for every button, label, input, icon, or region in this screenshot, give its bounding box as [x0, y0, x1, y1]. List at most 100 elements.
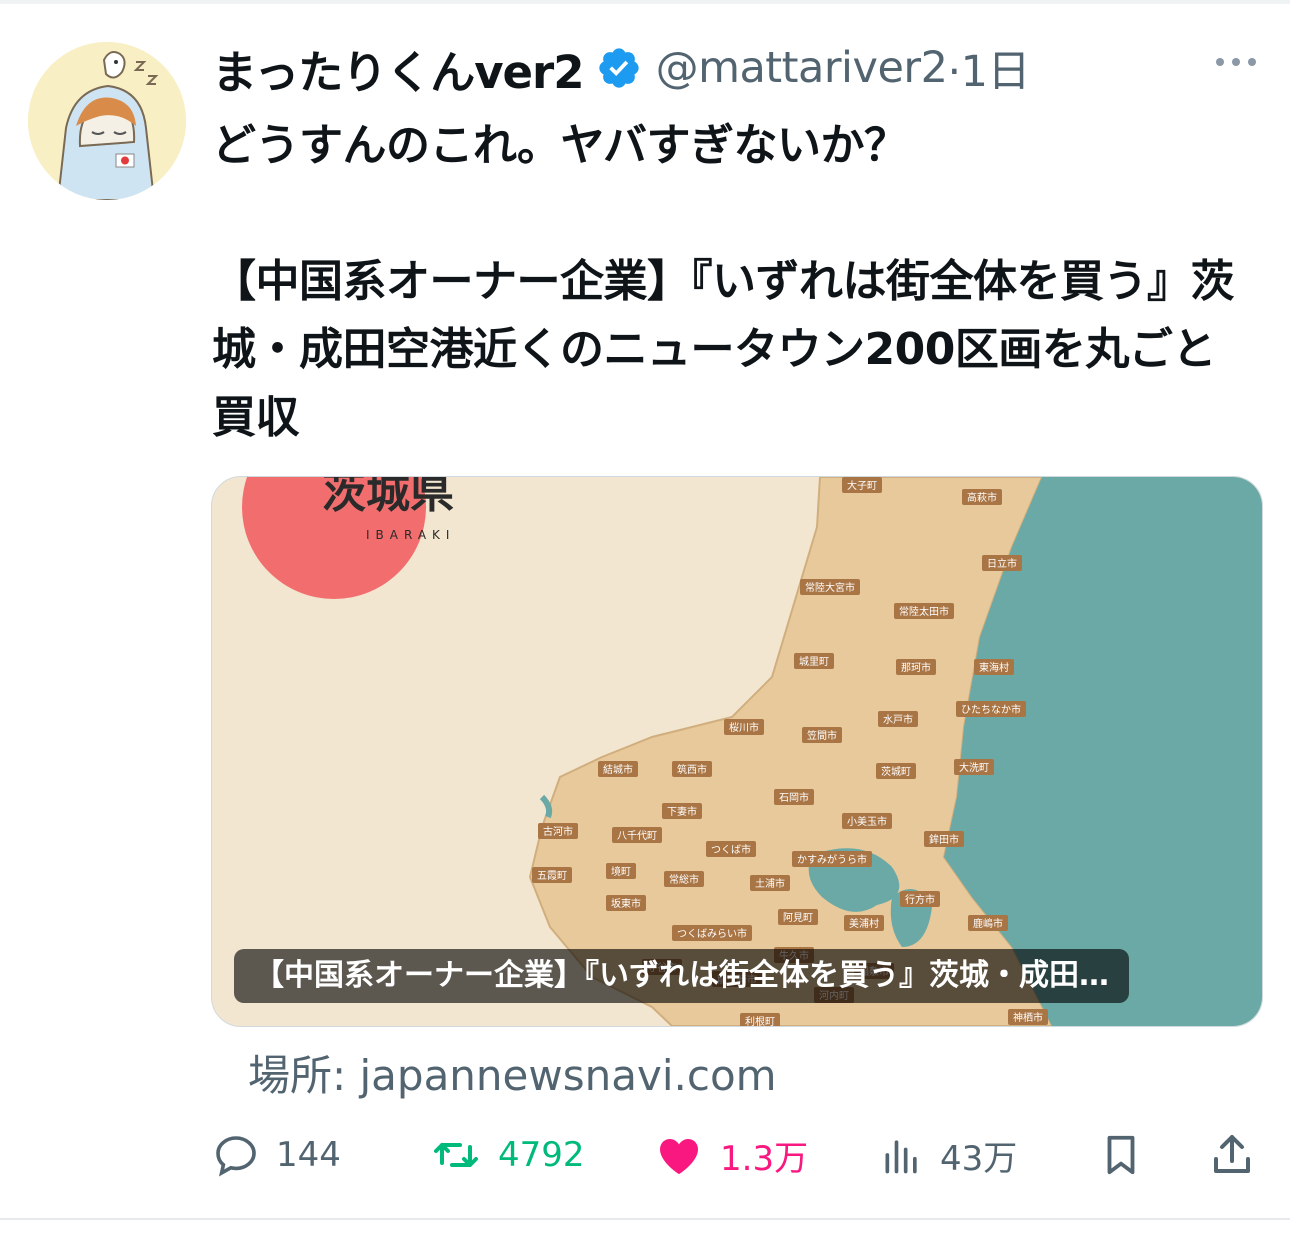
bottom-divider — [0, 1218, 1290, 1220]
repost-icon — [434, 1143, 478, 1167]
place-label-text: 常総市 — [669, 873, 699, 886]
place-label: 常総市 — [664, 871, 704, 887]
place-label-text: 常陸大宮市 — [805, 581, 855, 594]
place-label: 高萩市 — [962, 489, 1002, 505]
place-label-text: 鉾田市 — [929, 833, 959, 846]
place-label-text: 日立市 — [987, 557, 1017, 570]
place-label: 鉾田市 — [924, 831, 964, 847]
place-label-text: 小美玉市 — [847, 815, 887, 828]
place-label: 城里町 — [794, 653, 834, 669]
place-label-text: 境町 — [611, 865, 631, 878]
place-label: 筑西市 — [672, 761, 712, 777]
place-label: 結城市 — [598, 761, 638, 777]
place-label-text: 下妻市 — [667, 805, 697, 818]
place-label-text: 土浦市 — [755, 877, 785, 890]
place-label-text: ひたちなか市 — [961, 703, 1021, 716]
place-label-text: 大洗町 — [959, 761, 989, 774]
post-time[interactable]: ·1日 — [947, 37, 1030, 99]
place-label: つくばみらい市 — [672, 925, 752, 941]
place-label-text: かすみがうら市 — [797, 853, 867, 866]
place-label: 大洗町 — [954, 759, 994, 775]
place-label: 小美玉市 — [842, 813, 892, 829]
card-title: 【中国系オーナー企業】『いずれは街全体を買う』茨城・成田… — [234, 949, 1129, 1003]
views-icon — [885, 1140, 917, 1174]
view-count: 43万 — [940, 1138, 1018, 1179]
place-label-text: 五霞町 — [537, 870, 567, 882]
more-options-icon[interactable] — [1212, 48, 1260, 76]
place-label: 古河市 — [538, 823, 578, 839]
place-label-text: 石岡市 — [779, 791, 809, 804]
place-label-text: 常陸太田市 — [899, 605, 949, 618]
repost-button[interactable]: 4792 — [430, 1120, 585, 1190]
action-bar: 144 4792 1.3万 43万 — [0, 1120, 1290, 1190]
place-label-text: 水戸市 — [883, 713, 913, 726]
place-label: ひたちなか市 — [956, 701, 1026, 717]
like-count: 1.3万 — [720, 1138, 809, 1179]
display-name[interactable]: まったりくんver2 — [212, 36, 585, 101]
place-label-text: 行方市 — [905, 893, 935, 906]
place-label: 土浦市 — [750, 875, 790, 891]
reply-button[interactable]: 144 — [212, 1120, 341, 1190]
place-label-text: 高萩市 — [967, 491, 997, 504]
place-label: 美浦村 — [844, 915, 884, 931]
place-label-text: 利根町 — [745, 1015, 775, 1026]
place-label: 那珂市 — [896, 659, 936, 675]
place-label: つくば市 — [706, 841, 756, 857]
map-subheading: IBARAKI — [366, 528, 455, 542]
place-label: 日立市 — [982, 555, 1022, 571]
tweet-header: まったりくんver2 @mattariver2 ·1日 — [212, 36, 1030, 100]
place-label-text: 那珂市 — [901, 661, 931, 674]
place-label-text: 阿見町 — [783, 912, 813, 924]
link-card[interactable]: 茨城県 IBARAKI 大子町高萩市日立市常陸大宮市常陸太田市城里町 那珂市 東海村… — [211, 476, 1263, 1027]
place-label: 神栖市 — [1008, 1009, 1048, 1025]
place-label: 笠間市 — [802, 727, 842, 743]
place-label-text: 筑西市 — [677, 763, 707, 776]
place-label: 鹿嶋市 — [968, 915, 1008, 931]
place-label: 桜川市 — [724, 719, 764, 735]
place-label: 東海村 — [974, 659, 1014, 675]
place-label: 八千代町 — [612, 827, 662, 843]
verified-badge-icon — [598, 48, 639, 88]
place-label-text: 笠間市 — [807, 729, 837, 742]
place-label-text: 東海村 — [979, 661, 1009, 674]
bookmark-button[interactable] — [1098, 1120, 1160, 1190]
place-label: 常陸大宮市 — [800, 579, 860, 595]
place-label-text: つくばみらい市 — [677, 927, 747, 940]
place-label: 大子町 — [842, 477, 882, 493]
place-label-text: つくば市 — [711, 843, 751, 856]
place-label: 五霞町 — [532, 867, 572, 883]
place-label: 境町 — [606, 863, 636, 879]
reply-icon — [216, 1136, 256, 1177]
place-label-text: 桜川市 — [729, 721, 759, 734]
share-icon — [1214, 1135, 1250, 1173]
place-label: 下妻市 — [662, 803, 702, 819]
place-label-text: 結城市 — [603, 763, 633, 776]
like-button[interactable]: 1.3万 — [654, 1120, 808, 1190]
place-label-text: 鹿嶋市 — [973, 917, 1003, 930]
place-label: 茨城町 — [876, 763, 916, 779]
avatar[interactable] — [28, 42, 186, 200]
place-label-text: 古河市 — [543, 825, 573, 838]
tweet-text: どうすんのこれ。ヤバすぎないか？ 【中国系オーナー企業】『いずれは街全体を買う』… — [212, 120, 1235, 443]
share-button[interactable] — [1208, 1120, 1272, 1190]
place-label: 阿見町 — [778, 909, 818, 925]
card-source[interactable]: 場所: japannewsnavi.com — [248, 1042, 777, 1103]
place-label-text: 美浦村 — [849, 917, 879, 930]
place-label: 坂東市 — [606, 895, 646, 911]
cartoon-avatar-icon — [28, 42, 186, 200]
heart-icon — [660, 1139, 698, 1175]
bookmark-icon — [1107, 1135, 1135, 1175]
map-heading: 茨城県 — [322, 477, 454, 518]
place-label-text: 神栖市 — [1013, 1011, 1043, 1024]
views-button[interactable]: 43万 — [880, 1120, 1017, 1190]
repost-count: 4792 — [498, 1135, 585, 1175]
user-handle[interactable]: @mattariver2 — [656, 43, 948, 93]
place-label: 利根町 — [740, 1013, 780, 1026]
ibaraki-map-image: 茨城県 IBARAKI 大子町高萩市日立市常陸大宮市常陸太田市城里町 那珂市 東海村… — [212, 477, 1262, 1026]
place-label-text: 城里町 — [799, 656, 829, 668]
place-label-text: 茨城町 — [881, 765, 911, 778]
place-label-text: 八千代町 — [617, 830, 657, 842]
place-label-text: 坂東市 — [611, 897, 641, 910]
place-label-text: 大子町 — [847, 479, 877, 492]
place-label: 行方市 — [900, 891, 940, 907]
